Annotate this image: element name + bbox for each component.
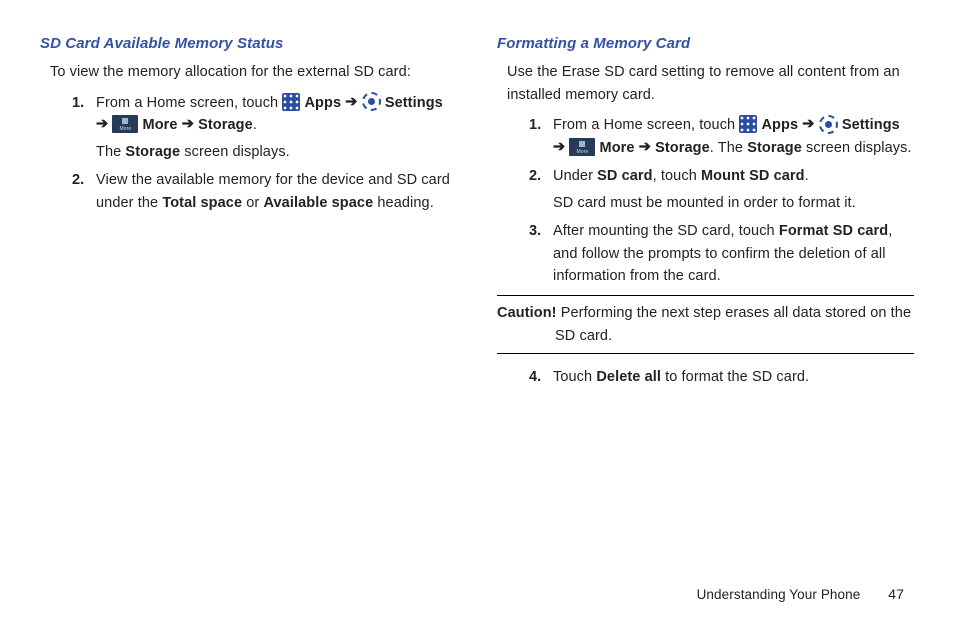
available-space-label: Available space bbox=[263, 195, 373, 211]
caution-text: Performing the next step erases all data… bbox=[555, 305, 911, 343]
or-text: or bbox=[242, 195, 263, 211]
storage-label: Storage bbox=[655, 140, 710, 156]
step-number: 1. bbox=[72, 92, 84, 114]
step-text: From a Home screen, touch bbox=[96, 95, 282, 111]
heading-formatting: Formatting a Memory Card bbox=[497, 32, 914, 55]
step-2: 2. View the available memory for the dev… bbox=[72, 169, 457, 214]
arrow-icon: ➔ bbox=[553, 136, 565, 158]
settings-icon bbox=[819, 115, 838, 134]
text: screen displays. bbox=[802, 140, 912, 156]
step-text: Under bbox=[553, 168, 597, 184]
period: . bbox=[805, 168, 809, 184]
delete-all-label: Delete all bbox=[596, 369, 661, 385]
arrow-icon: ➔ bbox=[96, 113, 108, 135]
more-label: More bbox=[143, 117, 178, 133]
text: screen displays. bbox=[180, 144, 290, 160]
left-column: SD Card Available Memory Status To view … bbox=[40, 32, 457, 395]
arrow-icon: ➔ bbox=[345, 91, 357, 113]
period: . bbox=[253, 117, 257, 133]
step-3: 3. After mounting the SD card, touch For… bbox=[529, 220, 914, 287]
apps-label: Apps bbox=[761, 117, 798, 133]
step-number: 2. bbox=[72, 169, 84, 191]
more-icon bbox=[569, 138, 595, 156]
footer-section: Understanding Your Phone bbox=[697, 587, 861, 602]
step-continuation: The Storage screen displays. bbox=[96, 141, 457, 163]
heading-sd-status: SD Card Available Memory Status bbox=[40, 32, 457, 55]
step-1: 1. From a Home screen, touch Apps ➔ Sett… bbox=[529, 114, 914, 159]
text: The bbox=[96, 144, 125, 160]
apps-icon bbox=[282, 93, 300, 111]
step-number: 1. bbox=[529, 114, 541, 136]
step-1: 1. From a Home screen, touch Apps ➔ Sett… bbox=[72, 92, 457, 163]
page-footer: Understanding Your Phone 47 bbox=[697, 584, 904, 606]
settings-label: Settings bbox=[385, 95, 443, 111]
more-label: More bbox=[600, 140, 635, 156]
storage-label-2: Storage bbox=[747, 140, 802, 156]
storage-label-2: Storage bbox=[125, 144, 180, 160]
step-text: From a Home screen, touch bbox=[553, 117, 739, 133]
touch-text: , touch bbox=[653, 168, 701, 184]
text: . The bbox=[710, 140, 747, 156]
intro-text: To view the memory allocation for the ex… bbox=[50, 61, 457, 83]
apps-icon bbox=[739, 115, 757, 133]
step-number: 4. bbox=[529, 366, 541, 388]
step-number: 3. bbox=[529, 220, 541, 242]
step-text: After mounting the SD card, touch bbox=[553, 223, 779, 239]
mount-sd-label: Mount SD card bbox=[701, 168, 805, 184]
step-2: 2. Under SD card, touch Mount SD card. S… bbox=[529, 165, 914, 214]
step-continuation: SD card must be mounted in order to form… bbox=[553, 192, 914, 214]
apps-label: Apps bbox=[304, 95, 341, 111]
sd-card-label: SD card bbox=[597, 168, 653, 184]
format-sd-label: Format SD card bbox=[779, 223, 888, 239]
intro-text: Use the Erase SD card setting to remove … bbox=[507, 61, 914, 106]
more-icon bbox=[112, 115, 138, 133]
arrow-icon: ➔ bbox=[182, 113, 194, 135]
storage-label: Storage bbox=[198, 117, 253, 133]
caution-label: Caution! bbox=[497, 305, 561, 321]
step-4: 4. Touch Delete all to format the SD car… bbox=[529, 366, 914, 388]
caution-box: Caution! Performing the next step erases… bbox=[497, 295, 914, 354]
heading-text: heading. bbox=[373, 195, 434, 211]
step-number: 2. bbox=[529, 165, 541, 187]
arrow-icon: ➔ bbox=[802, 113, 814, 135]
step-text: Touch bbox=[553, 369, 596, 385]
step-text-b: to format the SD card. bbox=[661, 369, 809, 385]
settings-icon bbox=[362, 92, 381, 111]
page-number: 47 bbox=[888, 584, 904, 606]
settings-label: Settings bbox=[842, 117, 900, 133]
right-column: Formatting a Memory Card Use the Erase S… bbox=[497, 32, 914, 395]
total-space-label: Total space bbox=[162, 195, 242, 211]
arrow-icon: ➔ bbox=[639, 136, 651, 158]
